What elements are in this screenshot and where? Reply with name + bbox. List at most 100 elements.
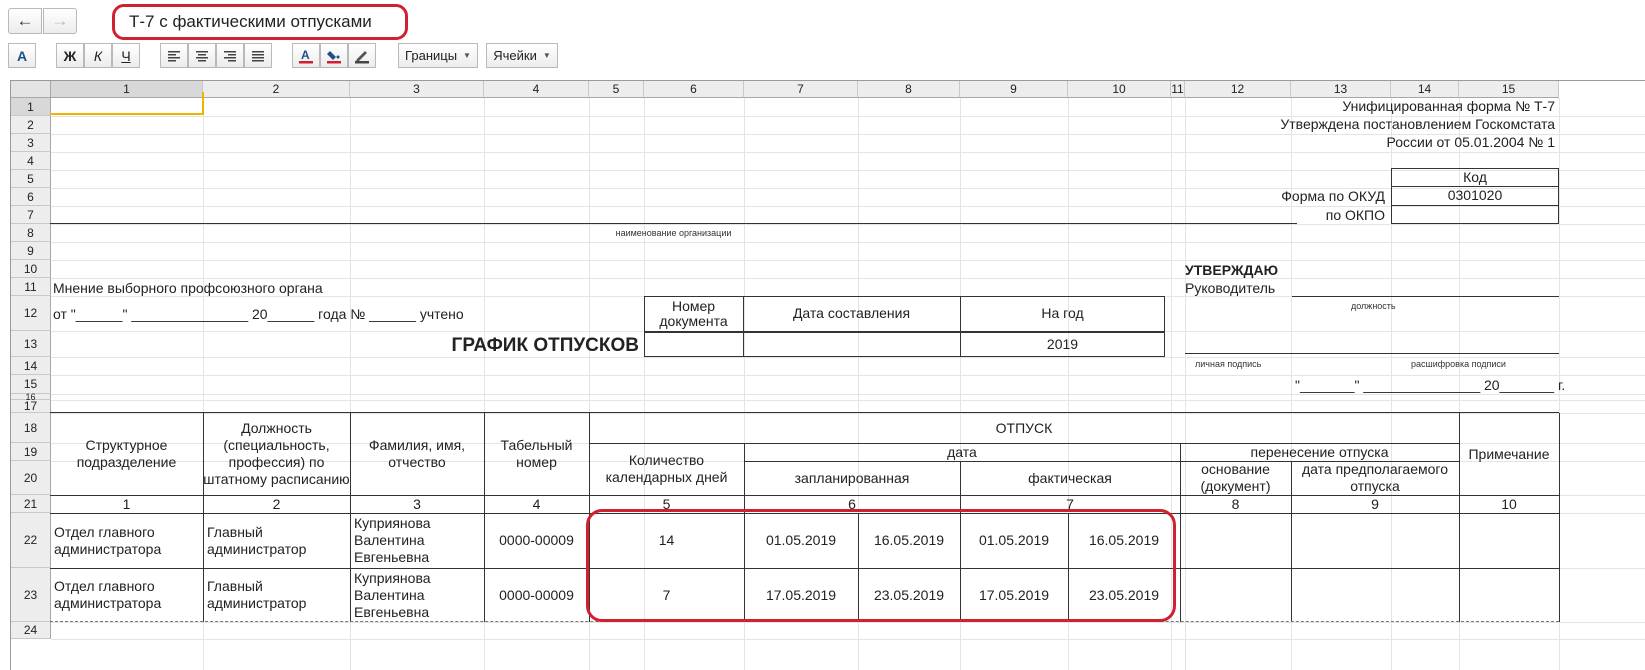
year-label: На год	[1041, 305, 1084, 321]
cell-tab[interactable]: 0000-00009	[484, 513, 589, 568]
column-header[interactable]: 11	[1171, 81, 1185, 98]
position-caption: должность	[1351, 301, 1396, 311]
text-color-button[interactable]: A	[292, 43, 320, 68]
window-title: Т-7 с фактическими отпусками	[112, 4, 408, 40]
row-header[interactable]: 12	[11, 296, 51, 331]
grid-line	[51, 152, 1645, 153]
row-header[interactable]: 19	[11, 443, 51, 461]
th-actual: фактическая	[1028, 469, 1112, 486]
okud-label: Форма по ОКУД	[1281, 188, 1385, 204]
column-header[interactable]: 6	[644, 81, 744, 98]
column-header[interactable]: 5	[589, 81, 644, 98]
align-center-button[interactable]	[188, 43, 216, 68]
underline-button[interactable]: Ч	[112, 43, 140, 68]
bold-button[interactable]: Ж	[56, 43, 84, 68]
grid-line	[51, 394, 1645, 395]
grid-line	[51, 357, 1645, 358]
cell-position[interactable]: Главный администратор	[203, 513, 350, 568]
column-header[interactable]: 3	[350, 81, 484, 98]
row-header[interactable]: 8	[11, 224, 51, 242]
grid-line	[51, 639, 1645, 640]
union-opinion: Мнение выборного профсоюзного органа	[53, 280, 323, 296]
th-dept: Структурное подразделение	[76, 437, 177, 470]
cell-position[interactable]: Главный администратор	[203, 568, 350, 622]
selected-cell[interactable]	[50, 92, 204, 115]
align-left-button[interactable]	[160, 43, 188, 68]
column-header[interactable]: 7	[744, 81, 858, 98]
row-header[interactable]: 6	[11, 188, 51, 206]
borders-dropdown[interactable]: Границы ▼	[398, 43, 478, 68]
row-header[interactable]: 2	[11, 116, 51, 134]
column-number: 9	[1371, 495, 1379, 512]
cells-dropdown[interactable]: Ячейки ▼	[486, 43, 558, 68]
row-header[interactable]: 18	[11, 413, 51, 443]
italic-button[interactable]: К	[84, 43, 112, 68]
row-header[interactable]: 3	[11, 134, 51, 152]
pencil-icon	[355, 50, 369, 63]
column-header[interactable]: 9	[960, 81, 1068, 98]
row-header[interactable]: 10	[11, 260, 51, 278]
column-number: 3	[413, 495, 421, 512]
row-header[interactable]: 13	[11, 331, 51, 357]
doc-date-label: Дата составления	[792, 305, 911, 321]
fill-color-button[interactable]	[320, 43, 348, 68]
align-right-button[interactable]	[216, 43, 244, 68]
arrow-left-icon: ←	[16, 11, 34, 30]
row-header[interactable]: 24	[11, 622, 51, 639]
align-justify-button[interactable]	[244, 43, 272, 68]
cell-dept[interactable]: Отдел главного администратора	[50, 568, 203, 622]
row-header[interactable]: 5	[11, 170, 51, 188]
row-header[interactable]: 22	[11, 513, 51, 568]
th-basis: основание (документ)	[1200, 461, 1271, 494]
th-expected: дата предполагаемого отпуска	[1302, 461, 1448, 494]
code-label: Код	[1463, 169, 1487, 185]
cell-tab[interactable]: 0000-00009	[484, 568, 589, 622]
row-header[interactable]: 7	[11, 206, 51, 224]
align-right-icon	[224, 50, 236, 61]
th-position: Должность (специальность, профессия) по …	[203, 420, 350, 487]
spreadsheet[interactable]: 1 2 3 4 5 6 7 8 9 10 11 12 13 14 15 1 2 3 4 5 6 7 8 9 10 11 12 13 1…	[10, 80, 1645, 670]
grid-line	[51, 278, 1645, 279]
cell-name[interactable]: Куприянова Валентина Евгеньевна	[350, 513, 484, 568]
column-header[interactable]: 15	[1459, 81, 1559, 98]
cell-name[interactable]: Куприянова Валентина Евгеньевна	[350, 568, 484, 622]
svg-text:A: A	[301, 48, 310, 62]
signature-caption: личная подпись	[1195, 359, 1262, 369]
row-header[interactable]: 14	[11, 357, 51, 375]
arrow-right-icon: →	[51, 11, 69, 30]
column-number: 2	[272, 495, 281, 512]
okud-value: 0301020	[1447, 187, 1503, 203]
align-left-icon	[168, 50, 180, 61]
column-header[interactable]: 12	[1185, 81, 1291, 98]
column-header[interactable]: 14	[1391, 81, 1459, 98]
year-value: 2019	[1046, 336, 1079, 352]
row-header[interactable]: 21	[11, 495, 51, 513]
th-days: Количество календарных дней	[605, 452, 728, 485]
back-button[interactable]: ←	[8, 8, 42, 34]
row-header[interactable]: 9	[11, 242, 51, 260]
okpo-label: по ОКПО	[1325, 207, 1385, 223]
doc-number-label: Номер документа	[659, 297, 728, 329]
border-color-button[interactable]	[348, 43, 376, 68]
highlight-frame	[586, 509, 1176, 622]
borders-dropdown-label: Границы	[405, 48, 458, 63]
row-header[interactable]: 1	[11, 98, 51, 116]
row-header[interactable]: 4	[11, 152, 51, 170]
row-header[interactable]: 17	[11, 399, 51, 413]
cell-dept[interactable]: Отдел главного администратора	[50, 513, 203, 568]
column-header[interactable]: 13	[1291, 81, 1391, 98]
grid-line	[1185, 98, 1186, 670]
align-center-icon	[196, 50, 208, 61]
row-header[interactable]: 23	[11, 568, 51, 622]
form-line-3: России от 05.01.2004 № 1	[1386, 134, 1555, 150]
forward-button[interactable]: →	[43, 8, 77, 34]
column-header[interactable]: 8	[858, 81, 960, 98]
row-header[interactable]: 11	[11, 278, 51, 296]
column-header[interactable]: 4	[484, 81, 589, 98]
row-header[interactable]: 20	[11, 461, 51, 495]
column-header[interactable]: 10	[1068, 81, 1171, 98]
column-header[interactable]: 2	[203, 81, 350, 98]
column-number: 4	[532, 495, 541, 512]
font-button[interactable]: A	[8, 43, 36, 68]
select-all-corner[interactable]	[11, 81, 51, 98]
